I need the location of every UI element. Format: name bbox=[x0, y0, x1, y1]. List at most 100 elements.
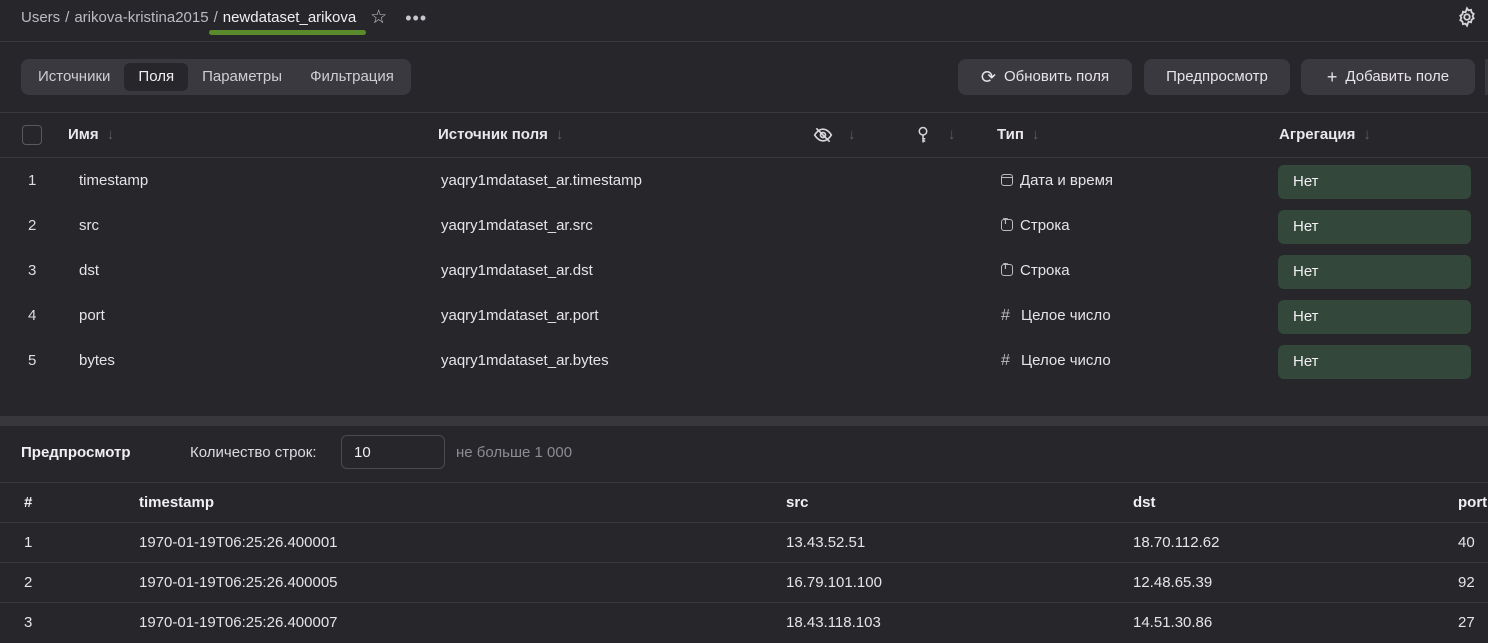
field-index: 1 bbox=[28, 172, 37, 189]
breadcrumb: Users / arikova-kristina2015 / newdatase… bbox=[21, 8, 427, 35]
panel-resize-handle[interactable] bbox=[0, 416, 1488, 426]
field-index: 3 bbox=[28, 262, 37, 279]
preview-title: Предпросмотр bbox=[21, 444, 131, 461]
sort-arrow-icon: ↓ bbox=[1031, 126, 1040, 143]
preview-cell: 18.43.118.103 bbox=[786, 614, 881, 631]
preview-cell: 1970-01-19T06:25:26.400005 bbox=[139, 574, 338, 591]
star-icon[interactable]: ☆ bbox=[370, 8, 387, 27]
hash-icon: # bbox=[1001, 352, 1010, 369]
field-type[interactable]: Строка bbox=[1001, 262, 1070, 279]
gear-icon[interactable] bbox=[1456, 6, 1478, 28]
highlight-underline bbox=[208, 30, 367, 35]
refresh-icon: ⟳ bbox=[980, 67, 996, 87]
preview-col-header: # bbox=[24, 494, 33, 511]
field-source[interactable]: yaqry1mdataset_ar.timestamp bbox=[441, 172, 642, 189]
field-index: 2 bbox=[28, 217, 37, 234]
preview-cell: 12.48.65.39 bbox=[1133, 574, 1213, 591]
header-source[interactable]: Источник поля ↓ bbox=[438, 126, 563, 143]
preview-cell: 14.51.30.86 bbox=[1133, 614, 1213, 631]
string-icon bbox=[1001, 262, 1013, 276]
preview-cell: 1970-01-19T06:25:26.400001 bbox=[139, 534, 338, 551]
preview-cell: 3 bbox=[24, 614, 33, 631]
field-type[interactable]: Строка bbox=[1001, 217, 1070, 234]
field-source[interactable]: yaqry1mdataset_ar.src bbox=[441, 217, 593, 234]
preview-cell: 1970-01-19T06:25:26.400007 bbox=[139, 614, 338, 631]
fields-table-header: Имя ↓ Источник поля ↓ ↓ ↓ Тип ↓ Агрегация ↓ bbox=[0, 112, 1488, 158]
field-name[interactable]: dst bbox=[79, 262, 99, 279]
field-name[interactable]: timestamp bbox=[79, 172, 148, 189]
tab-fields[interactable]: Поля bbox=[124, 63, 189, 91]
field-row[interactable]: 4 port yaqry1mdataset_ar.port # Целое чис… bbox=[0, 294, 1488, 339]
string-icon bbox=[1001, 217, 1013, 231]
rows-count-input[interactable] bbox=[341, 435, 445, 469]
preview-cell: 1 bbox=[24, 534, 33, 551]
tab-filtering[interactable]: Фильтрация bbox=[296, 63, 408, 91]
select-all-checkbox[interactable] bbox=[22, 125, 42, 145]
plus-icon: + bbox=[1326, 67, 1338, 87]
table-row: 1 1970-01-19T06:25:26.400001 13.43.52.51… bbox=[0, 523, 1488, 563]
preview-cell: 18.70.112.62 bbox=[1133, 534, 1220, 551]
preview-table-header: # timestamp src dst port bbox=[0, 483, 1488, 523]
header-aggregation[interactable]: Агрегация ↓ bbox=[1279, 126, 1371, 143]
preview-col-header: timestamp bbox=[139, 494, 215, 511]
preview-col-header: dst bbox=[1133, 494, 1156, 511]
rows-count-hint: не больше 1 000 bbox=[456, 444, 573, 461]
preview-cell: 16.79.101.100 bbox=[786, 574, 882, 591]
field-row[interactable]: 3 dst yaqry1mdataset_ar.dst Строка Нет bbox=[0, 249, 1488, 294]
refresh-fields-button[interactable]: ⟳ Обновить поля bbox=[958, 59, 1132, 95]
aggregation-select[interactable]: Нет bbox=[1278, 210, 1471, 244]
breadcrumb-users[interactable]: Users bbox=[21, 9, 60, 26]
eye-off-icon[interactable] bbox=[813, 125, 833, 145]
sort-arrow-icon: ↓ bbox=[106, 126, 115, 143]
field-index: 5 bbox=[28, 352, 37, 369]
field-source[interactable]: yaqry1mdataset_ar.dst bbox=[441, 262, 593, 279]
aggregation-select[interactable]: Нет bbox=[1278, 345, 1471, 379]
preview-cell: 2 bbox=[24, 574, 33, 591]
field-row[interactable]: 1 timestamp yaqry1mdataset_ar.timestamp … bbox=[0, 159, 1488, 204]
breadcrumb-current[interactable]: newdataset_arikova bbox=[208, 9, 367, 35]
hash-icon: # bbox=[1001, 307, 1010, 324]
preview-button[interactable]: Предпросмотр bbox=[1144, 59, 1290, 95]
calendar-icon bbox=[1001, 174, 1013, 186]
aggregation-select[interactable]: Нет bbox=[1278, 300, 1471, 334]
sort-arrow-icon: ↓ bbox=[555, 126, 564, 143]
add-field-label: Добавить поле bbox=[1345, 68, 1450, 85]
preview-col-header: src bbox=[786, 494, 809, 511]
field-name[interactable]: src bbox=[79, 217, 99, 234]
table-row: 2 1970-01-19T06:25:26.400005 16.79.101.1… bbox=[0, 563, 1488, 603]
field-source[interactable]: yaqry1mdataset_ar.port bbox=[441, 307, 599, 324]
sort-arrow-icon[interactable]: ↓ bbox=[948, 126, 956, 143]
field-row[interactable]: 5 bytes yaqry1mdataset_ar.bytes # Целое ч… bbox=[0, 339, 1488, 384]
tab-sources[interactable]: Источники bbox=[24, 63, 124, 91]
table-row: 3 1970-01-19T06:25:26.400007 18.43.118.1… bbox=[0, 603, 1488, 643]
sort-arrow-icon: ↓ bbox=[1363, 126, 1371, 143]
more-icon[interactable]: ••• bbox=[405, 9, 427, 27]
field-name[interactable]: bytes bbox=[79, 352, 115, 369]
dataset-name: newdataset_arikova bbox=[222, 9, 357, 26]
preview-cell: 40 bbox=[1458, 534, 1475, 551]
key-icon[interactable] bbox=[914, 125, 932, 145]
breadcrumb-separator: / bbox=[213, 9, 218, 26]
field-source[interactable]: yaqry1mdataset_ar.bytes bbox=[441, 352, 609, 369]
preview-bar: Предпросмотр Количество строк: не больше… bbox=[0, 426, 1488, 483]
field-name[interactable]: port bbox=[79, 307, 105, 324]
breadcrumb-user[interactable]: arikova-kristina2015 bbox=[74, 9, 208, 26]
header-type[interactable]: Тип ↓ bbox=[997, 126, 1039, 143]
field-type[interactable]: Дата и время bbox=[1001, 172, 1113, 189]
breadcrumb-separator: / bbox=[65, 9, 70, 26]
rows-count-label: Количество строк: bbox=[190, 444, 317, 461]
tabs: Источники Поля Параметры Фильтрация bbox=[21, 59, 411, 95]
field-type[interactable]: # Целое число bbox=[1001, 352, 1111, 370]
aggregation-select[interactable]: Нет bbox=[1278, 165, 1471, 199]
field-row[interactable]: 2 src yaqry1mdataset_ar.src Строка Нет bbox=[0, 204, 1488, 249]
top-bar: Users / arikova-kristina2015 / newdatase… bbox=[0, 0, 1488, 42]
add-field-button[interactable]: + Добавить поле bbox=[1301, 59, 1475, 95]
preview-cell: 27 bbox=[1458, 614, 1475, 631]
header-name[interactable]: Имя ↓ bbox=[68, 126, 114, 143]
sort-arrow-icon[interactable]: ↓ bbox=[848, 126, 856, 143]
tab-parameters[interactable]: Параметры bbox=[188, 63, 296, 91]
aggregation-select[interactable]: Нет bbox=[1278, 255, 1471, 289]
field-index: 4 bbox=[28, 307, 37, 324]
field-type[interactable]: # Целое число bbox=[1001, 307, 1111, 325]
preview-col-header: port bbox=[1458, 494, 1488, 511]
